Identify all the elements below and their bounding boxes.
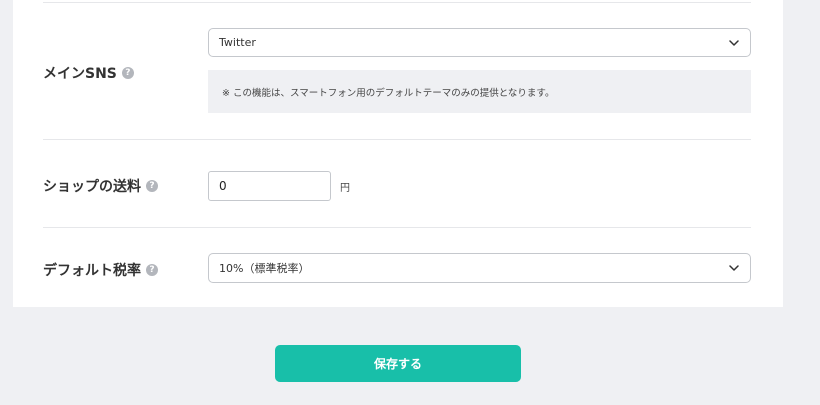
help-icon[interactable]: ? [146, 180, 158, 192]
shipping-label-text: ショップの送料 [43, 179, 141, 195]
main-sns-label: メインSNS ? [43, 63, 134, 83]
divider-top [43, 2, 751, 3]
divider-1 [43, 139, 751, 140]
shipping-unit: 円 [340, 183, 350, 194]
help-icon[interactable]: ? [121, 67, 134, 79]
shipping-label: ショップの送料 ? [43, 176, 158, 196]
main-sns-select[interactable]: Twitter [208, 28, 751, 57]
main-sns-label-text: メインSNS [43, 66, 117, 82]
tax-rate-label: デフォルト税率 ? [43, 260, 158, 280]
shipping-input-value: 0 [219, 179, 227, 193]
save-button-label: 保存する [373, 357, 422, 371]
chevron-down-icon [729, 40, 739, 46]
save-button[interactable]: 保存する [275, 345, 521, 382]
shipping-input[interactable]: 0 [208, 171, 331, 201]
help-icon[interactable]: ? [146, 264, 158, 276]
main-sns-selected-value: Twitter [219, 36, 256, 49]
main-sns-notice-text: ※ この機能は、スマートフォン用のデフォルトテーマのみの提供となります。 [222, 87, 555, 99]
tax-rate-selected-value: 10%（標準税率） [219, 262, 310, 275]
main-sns-notice: ※ この機能は、スマートフォン用のデフォルトテーマのみの提供となります。 [208, 70, 751, 113]
tax-rate-select[interactable]: 10%（標準税率） [208, 253, 751, 283]
tax-rate-label-text: デフォルト税率 [43, 263, 141, 279]
divider-2 [43, 227, 751, 228]
chevron-down-icon [729, 265, 739, 271]
